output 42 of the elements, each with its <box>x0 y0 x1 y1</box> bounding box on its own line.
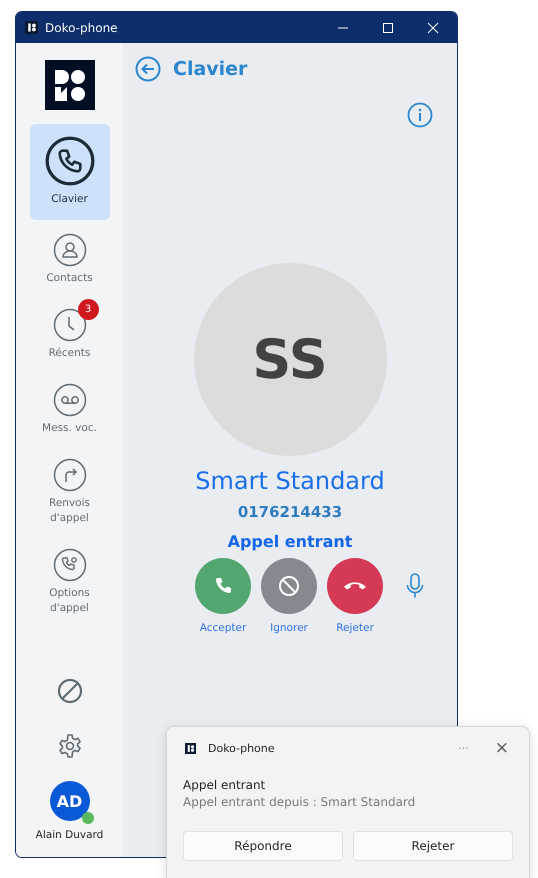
count-badge: 3 <box>78 299 98 320</box>
microphone-icon[interactable] <box>405 572 425 600</box>
close-button[interactable]: × <box>494 741 509 755</box>
app-icon <box>25 21 38 34</box>
sidebar-item[interactable]: Options d'appel <box>30 537 110 619</box>
nav-icon <box>52 383 86 417</box>
info-icon[interactable] <box>407 102 433 128</box>
more-button[interactable]: ··· <box>458 742 469 754</box>
close-icon[interactable] <box>427 22 439 34</box>
notification-message: Appel entrant depuis : Smart Standard <box>183 795 416 809</box>
settings-icon[interactable] <box>56 733 82 759</box>
caller-number: 0176214433 <box>238 503 342 521</box>
window-title: Doko-phone <box>45 20 119 34</box>
app-icon <box>185 742 196 754</box>
hang-up-icon <box>344 582 366 590</box>
caller-name: Smart Standard <box>195 467 385 495</box>
action-label: Ignorer <box>270 622 308 634</box>
user-name: Alain Duvard <box>36 829 104 841</box>
reject-button[interactable]: Rejeter <box>353 831 513 861</box>
logo-icon <box>44 60 94 110</box>
answer-button[interactable]: Répondre <box>183 831 343 861</box>
sidebar-item[interactable]: Renvois d'appel <box>30 447 110 529</box>
sidebar-item[interactable]: Mess. voc. <box>30 372 110 439</box>
nav-icon <box>52 308 86 342</box>
block-icon[interactable] <box>56 678 82 704</box>
sidebar-item[interactable]: 3 Récents <box>30 297 110 364</box>
nav-icon <box>52 548 86 582</box>
action-label: Accepter <box>200 622 246 634</box>
call-status: Appel entrant <box>228 532 352 551</box>
maximize-icon[interactable] <box>382 22 394 34</box>
notification-app-name: Doko-phone <box>208 742 276 754</box>
block-icon <box>277 574 301 598</box>
back-icon[interactable] <box>135 56 161 82</box>
notification-title: Appel entrant <box>183 778 266 792</box>
action-label: Rejeter <box>336 622 374 634</box>
page-title: Clavier <box>173 58 248 80</box>
nav-icon <box>52 458 86 492</box>
caller-avatar: SS <box>194 263 386 456</box>
nav-icon <box>44 136 94 186</box>
nav-icon <box>52 233 86 267</box>
sidebar-item[interactable]: Contacts <box>30 222 110 289</box>
sidebar-item[interactable]: Clavier <box>30 124 110 220</box>
